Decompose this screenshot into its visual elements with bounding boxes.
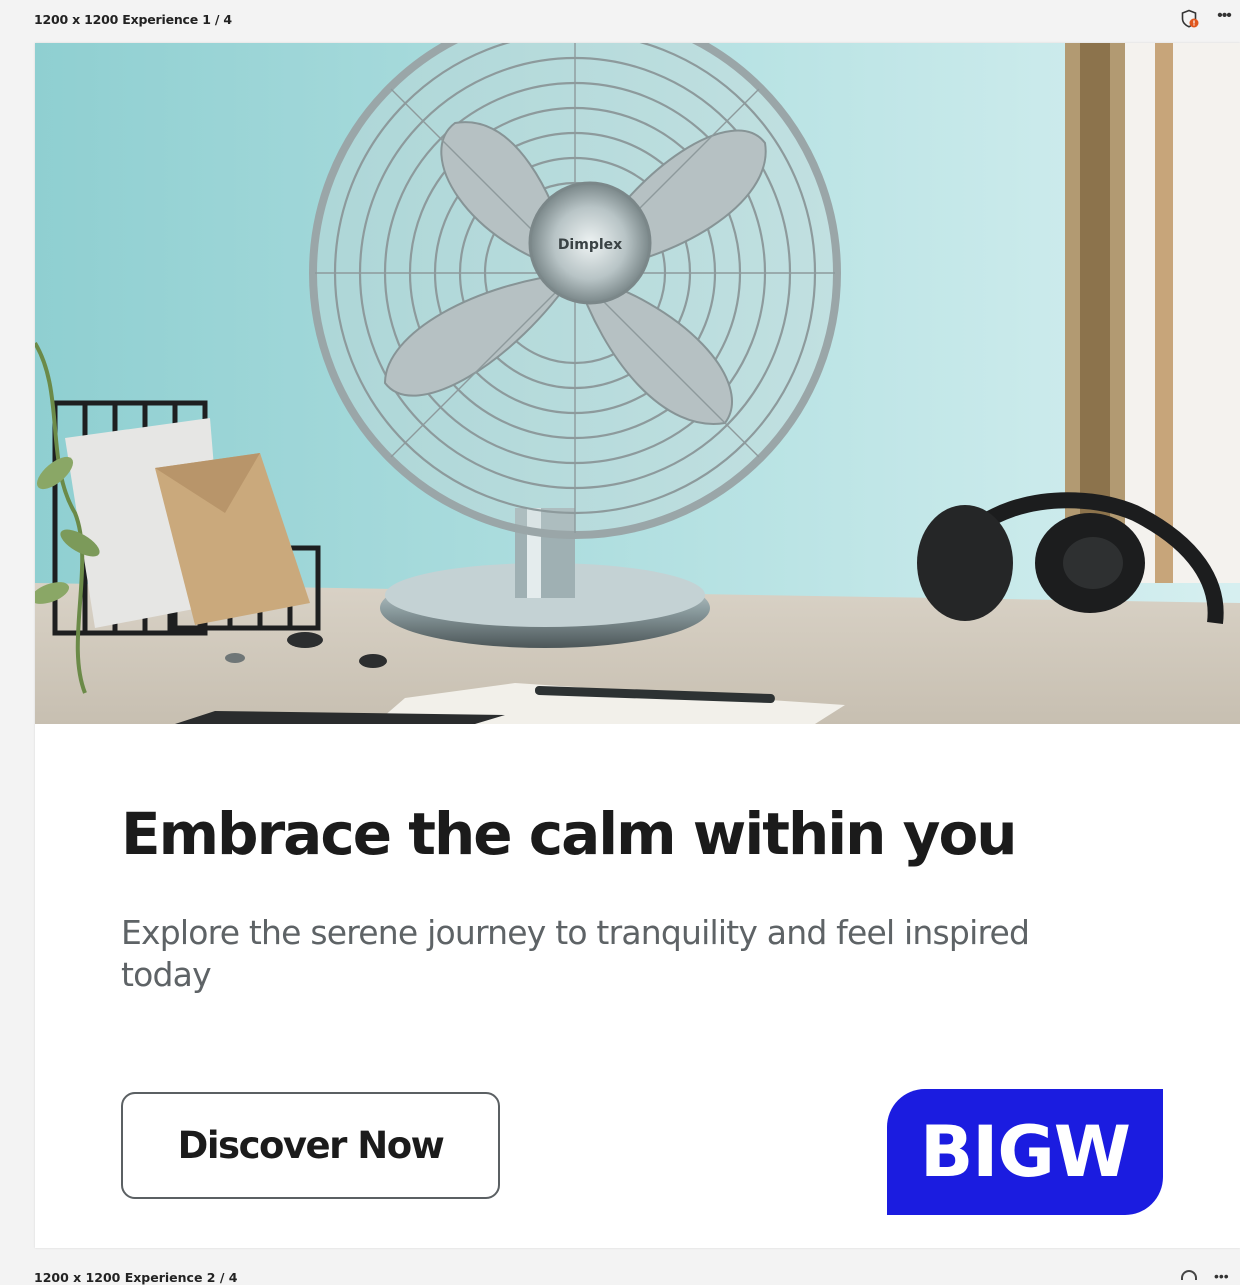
next-shield-icon[interactable] — [1181, 1270, 1197, 1280]
next-more-icon[interactable]: ••• — [1214, 1268, 1229, 1284]
ad-card: Dimplex Embrace the calm within you Expl… — [35, 43, 1240, 1248]
bigw-logo[interactable]: BIGW — [887, 1089, 1163, 1215]
discover-now-button[interactable]: Discover Now — [121, 1092, 500, 1199]
frame-header: 1200 x 1200 Experience 1 / 4 ••• — [0, 0, 1240, 40]
shield-warning-icon[interactable] — [1180, 9, 1200, 29]
fan-brand-label: Dimplex — [558, 237, 622, 253]
frame-title: 1200 x 1200 Experience 1 / 4 — [34, 12, 232, 27]
hero-image: Dimplex — [35, 43, 1240, 724]
ad-subline: Explore the serene journey to tranquilit… — [121, 913, 1030, 994]
ad-headline: Embrace the calm within you — [121, 800, 1018, 868]
more-horizontal-icon[interactable]: ••• — [1213, 8, 1235, 28]
bigw-logo-text: BIGW — [919, 1111, 1131, 1193]
next-frame-title: 1200 x 1200 Experience 2 / 4 — [34, 1270, 238, 1285]
